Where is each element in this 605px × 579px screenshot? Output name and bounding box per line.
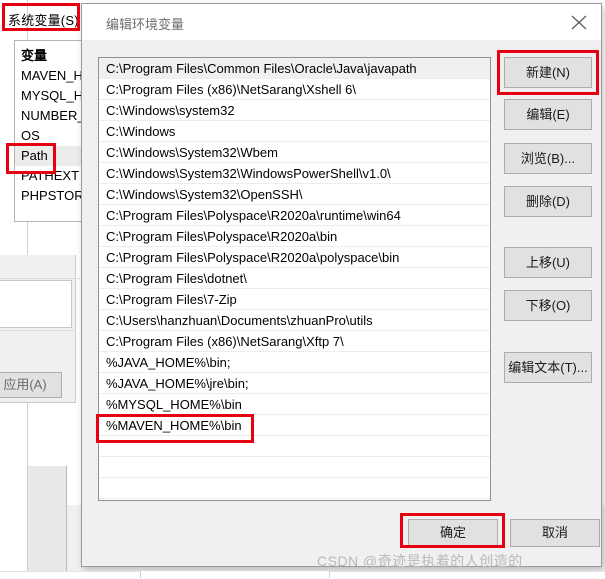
path-row[interactable]: %JAVA_HOME%\jre\bin;	[99, 373, 490, 394]
apply-button[interactable]: 应用(A)	[0, 372, 62, 398]
move-down-button[interactable]: 下移(O)	[504, 290, 592, 321]
path-row[interactable]: C:\Program Files\Common Files\Oracle\Jav…	[99, 58, 490, 79]
path-row-empty[interactable]	[99, 478, 490, 499]
path-row[interactable]: %MYSQL_HOME%\bin	[99, 394, 490, 415]
path-row[interactable]: C:\Windows\System32\WindowsPowerShell\v1…	[99, 163, 490, 184]
close-icon-glyph	[571, 15, 587, 30]
ok-button[interactable]: 确定	[408, 519, 498, 547]
path-row[interactable]: C:\Program Files (x86)\NetSarang\Xshell …	[99, 79, 490, 100]
path-row[interactable]: C:\Program Files\7-Zip	[99, 289, 490, 310]
edit-button[interactable]: 编辑(E)	[504, 99, 592, 130]
path-row[interactable]: C:\Program Files\Polyspace\R2020a\polysp…	[99, 247, 490, 268]
dialog-titlebar: 编辑环境变量	[82, 4, 601, 40]
browse-button[interactable]: 浏览(B)...	[504, 143, 592, 174]
path-row[interactable]: C:\Program Files\Polyspace\R2020a\runtim…	[99, 205, 490, 226]
path-row[interactable]: %JAVA_HOME%\bin;	[99, 352, 490, 373]
background-divider-bottom	[0, 330, 76, 331]
path-row[interactable]: C:\Program Files (x86)\NetSarang\Xftp 7\	[99, 331, 490, 352]
edit-text-button[interactable]: 编辑文本(T)...	[504, 352, 592, 383]
path-row[interactable]: C:\Program Files\Polyspace\R2020a\bin	[99, 226, 490, 247]
dialog-title: 编辑环境变量	[106, 17, 185, 32]
background-divider-top	[0, 278, 80, 279]
path-entries-list[interactable]: C:\Program Files\Common Files\Oracle\Jav…	[98, 57, 491, 501]
page-bottom-tab	[140, 571, 330, 578]
path-row-empty[interactable]	[99, 436, 490, 457]
path-row[interactable]: C:\Program Files\dotnet\	[99, 268, 490, 289]
new-button[interactable]: 新建(N)	[504, 57, 592, 88]
close-icon[interactable]	[556, 4, 601, 38]
background-gray-column	[28, 466, 67, 578]
path-row[interactable]: C:\Windows\System32\OpenSSH\	[99, 184, 490, 205]
system-variables-label: 系统变量(S)	[8, 13, 79, 28]
move-up-button[interactable]: 上移(U)	[504, 247, 592, 278]
path-row-maven-home[interactable]: %MAVEN_HOME%\bin	[99, 415, 490, 436]
delete-button[interactable]: 删除(D)	[504, 186, 592, 217]
path-row[interactable]: C:\Windows	[99, 121, 490, 142]
path-row-empty[interactable]	[99, 457, 490, 478]
cancel-button[interactable]: 取消	[510, 519, 600, 547]
path-row[interactable]: C:\Windows\system32	[99, 100, 490, 121]
path-row[interactable]: C:\Users\hanzhuan\Documents\zhuanPro\uti…	[99, 310, 490, 331]
background-inner-field	[0, 280, 72, 328]
path-row[interactable]: C:\Windows\System32\Wbem	[99, 142, 490, 163]
